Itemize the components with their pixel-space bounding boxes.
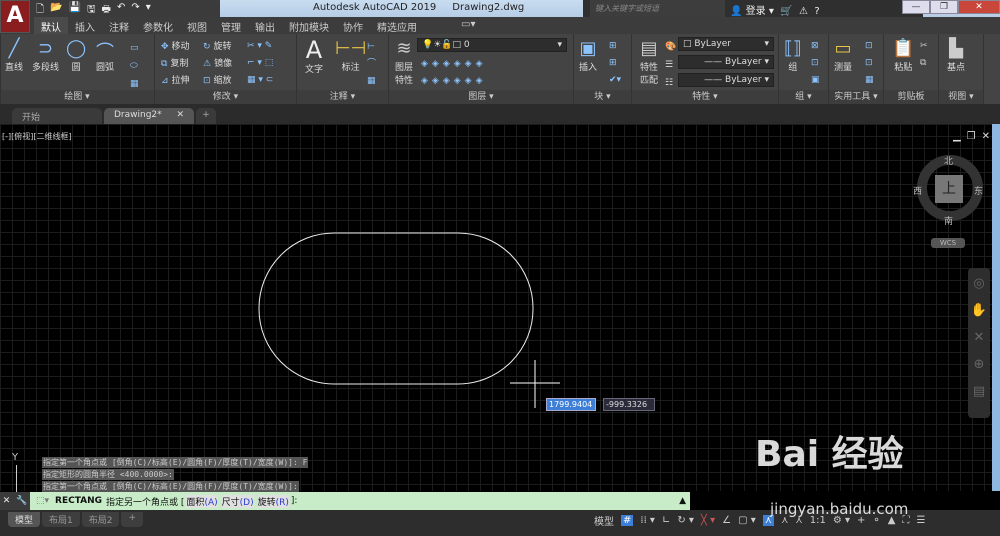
baidu-watermark-logo: Bai 经验 bbox=[755, 434, 904, 475]
minimize-viewport-icon[interactable]: ▁ bbox=[953, 131, 961, 142]
wcs-menu[interactable]: WCS bbox=[931, 238, 965, 248]
option-dimensions[interactable]: 尺寸(D) bbox=[221, 494, 254, 508]
tab-model[interactable]: 模型 bbox=[8, 512, 41, 527]
customize-command-icon[interactable]: 🔧 bbox=[16, 496, 27, 506]
close-command-icon[interactable]: ✕ bbox=[3, 496, 11, 506]
command-name: RECTANG bbox=[55, 496, 103, 506]
pan-icon[interactable]: ✋ bbox=[971, 303, 987, 318]
option-dimensions-key: (D) bbox=[239, 497, 254, 508]
command-prompt-end: ]: bbox=[290, 496, 298, 506]
osnap-tracking-icon[interactable]: ╳ ▾ bbox=[701, 515, 715, 526]
option-rotation-label: 旋转 bbox=[257, 497, 276, 508]
close-viewport-icon[interactable]: ✕ bbox=[982, 131, 990, 142]
navigation-bar: ◎ ✋ ✕ ⊕ ▤ bbox=[968, 268, 990, 418]
viewcube-west[interactable]: 西 bbox=[913, 184, 922, 197]
viewcube-north[interactable]: 北 bbox=[944, 154, 953, 167]
history-line: 指定第一个角点或 [倒角(C)/标高(E)/圆角(F)/厚度(T)/宽度(W)]… bbox=[42, 481, 299, 492]
dynamic-input-y[interactable]: -999.3326 bbox=[603, 398, 655, 411]
viewport-controls-label[interactable]: [-][俯视][二维线框] bbox=[2, 131, 72, 142]
restore-viewport-icon[interactable]: ❐ bbox=[967, 131, 976, 142]
polar-icon[interactable]: ↻ ▾ bbox=[677, 515, 694, 526]
viewcube-east[interactable]: 东 bbox=[974, 184, 983, 197]
command-history-toggle-icon[interactable]: ▲ bbox=[679, 496, 686, 506]
application-menu-button[interactable]: A bbox=[0, 0, 30, 33]
option-area-label: 面积 bbox=[186, 497, 205, 508]
dynamic-input-x[interactable]: 1799.9404 bbox=[546, 398, 596, 411]
option-rotation-key: (R) bbox=[275, 497, 289, 508]
orbit-icon[interactable]: ⊕ bbox=[974, 357, 985, 372]
layout-tabs: 模型 布局1 布局2 + bbox=[8, 512, 144, 527]
snap-icon[interactable]: ⁞⁞ ▾ bbox=[640, 515, 655, 526]
steering-wheel-icon[interactable]: ◎ bbox=[973, 276, 984, 291]
history-line: 指定矩形的圆角半径 <400.0000>: bbox=[42, 469, 174, 480]
showmotion-icon[interactable]: ▤ bbox=[973, 384, 985, 399]
history-line: 指定第一个角点或 [倒角(C)/标高(E)/圆角(F)/厚度(T)/宽度(W)]… bbox=[42, 457, 309, 468]
recent-commands-icon[interactable]: ⬚▾ bbox=[36, 496, 49, 506]
viewport-window-controls: ▁ ❐ ✕ bbox=[953, 131, 990, 142]
vertical-scrollbar[interactable] bbox=[992, 124, 1000, 491]
ucs-y-label: Y bbox=[12, 452, 19, 463]
command-line[interactable]: ✕ 🔧 ⬚▾ RECTANG 指定另一个角点或 [ 面积(A) 尺寸(D) 旋转(… bbox=[0, 492, 690, 510]
viewcube-top-face[interactable]: 上 bbox=[935, 175, 963, 203]
ucs-y-axis bbox=[16, 465, 17, 493]
option-area[interactable]: 面积(A) bbox=[186, 494, 218, 508]
model-space-button[interactable]: 模型 bbox=[594, 513, 614, 528]
tab-layout2[interactable]: 布局2 bbox=[81, 512, 120, 527]
baidu-watermark-url: jingyan.baidu.com bbox=[770, 500, 909, 518]
command-history: 指定第一个角点或 [倒角(C)/标高(E)/圆角(F)/厚度(T)/宽度(W)]… bbox=[42, 457, 309, 493]
rounded-rectangle bbox=[258, 232, 534, 385]
add-layout-button[interactable]: + bbox=[121, 512, 144, 527]
zoom-extents-icon[interactable]: ✕ bbox=[974, 330, 985, 345]
command-line-controls: ✕ 🔧 bbox=[0, 492, 30, 510]
option-dimensions-label: 尺寸 bbox=[221, 497, 240, 508]
option-rotation[interactable]: 旋转(R) bbox=[257, 494, 289, 508]
ortho-icon[interactable]: ∟ bbox=[662, 515, 670, 526]
grid-icon[interactable]: # bbox=[621, 515, 634, 526]
tab-layout1[interactable]: 布局1 bbox=[42, 512, 80, 527]
viewcube-south[interactable]: 南 bbox=[944, 214, 953, 227]
isodraft-icon[interactable]: ∠ bbox=[722, 515, 731, 526]
option-area-key: (A) bbox=[204, 497, 218, 508]
command-prompt: 指定另一个角点或 [ bbox=[106, 497, 185, 508]
object-snap-icon[interactable]: ▢ ▾ bbox=[738, 515, 756, 526]
customize-menu-icon[interactable]: ☰ bbox=[917, 515, 926, 526]
